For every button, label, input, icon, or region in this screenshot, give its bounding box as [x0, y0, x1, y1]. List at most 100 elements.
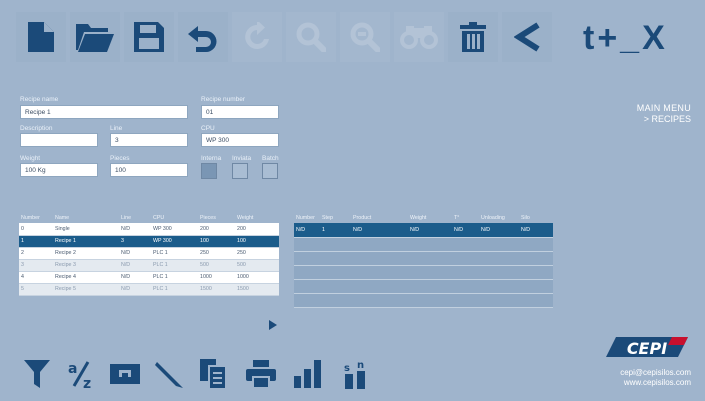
cell: N/D	[519, 223, 553, 238]
cell: PLC 1	[151, 247, 198, 260]
cell: PLC 1	[151, 259, 198, 272]
table-row[interactable]	[294, 237, 553, 252]
column-header[interactable]: Step	[320, 212, 351, 223]
chevron-left-icon	[514, 22, 540, 52]
cell: N/D	[119, 259, 151, 272]
recipes-breadcrumb: > RECIPES	[643, 114, 691, 124]
contact-email[interactable]: cepi@cepisilos.com	[620, 368, 691, 378]
cell	[320, 237, 351, 252]
cell	[519, 279, 553, 294]
column-header[interactable]: Pieces	[198, 212, 235, 223]
table-row-selected[interactable]: N/D 1 N/D N/D N/D N/D N/D	[294, 223, 553, 238]
archive-button[interactable]	[108, 357, 142, 391]
redo-button[interactable]	[232, 12, 282, 62]
save-button[interactable]	[124, 12, 174, 62]
main-menu-link[interactable]: MAIN MENU	[637, 103, 691, 113]
cell: 5	[19, 283, 53, 296]
table-row[interactable]: 5 Recipe 5 N/D PLC 1 1500 1500	[19, 283, 279, 296]
sort-az-icon: a z	[68, 361, 91, 389]
cell	[351, 293, 408, 308]
zoom-icon	[296, 22, 326, 52]
column-header[interactable]: Line	[119, 212, 151, 223]
table-row[interactable]	[294, 251, 553, 266]
batch-label: Batch	[262, 155, 279, 162]
cell	[479, 293, 519, 308]
open-folder-button[interactable]	[70, 12, 120, 62]
column-header[interactable]: Unloading	[479, 212, 519, 223]
cell: 500	[198, 259, 235, 272]
copy-button[interactable]	[196, 357, 230, 391]
cpu-field[interactable]: WP 300	[201, 133, 279, 147]
cell: PLC 1	[151, 271, 198, 284]
cell	[294, 293, 320, 308]
table-row[interactable]: 3 Recipe 3 N/D PLC 1 500 500	[19, 259, 279, 272]
zoom-out-button[interactable]	[340, 12, 390, 62]
cell: 250	[235, 247, 279, 260]
cell	[408, 237, 452, 252]
cell: 200	[198, 223, 235, 236]
cell	[479, 251, 519, 266]
cell: 2	[19, 247, 53, 260]
line-label: Line	[110, 125, 123, 132]
statistics-button[interactable]	[292, 357, 326, 391]
table-row[interactable]: 0 Single N/D WP 300 200 200	[19, 223, 279, 236]
recipe-name-field[interactable]: Recipe 1	[20, 105, 188, 119]
bar-chart-icon	[294, 360, 321, 388]
table-row[interactable]	[294, 293, 553, 308]
weight-field[interactable]: 100 Kg	[20, 163, 98, 177]
weight-label: Weight	[20, 155, 41, 162]
window-tools-title: t+_X	[583, 19, 668, 57]
cell: 200	[235, 223, 279, 236]
batch-checkbox[interactable]	[262, 163, 278, 179]
cell	[479, 237, 519, 252]
column-header[interactable]: Product	[351, 212, 408, 223]
sn-button[interactable]: s n	[340, 357, 374, 391]
new-file-button[interactable]	[16, 12, 66, 62]
cell	[452, 293, 479, 308]
next-page-arrow-icon[interactable]	[269, 320, 277, 330]
delete-button[interactable]	[448, 12, 498, 62]
undo-button[interactable]	[178, 12, 228, 62]
table-row[interactable]: 2 Recipe 2 N/D PLC 1 250 250	[19, 247, 279, 260]
cell: N/D	[119, 271, 151, 284]
table-row[interactable]	[294, 279, 553, 294]
cell: N/D	[408, 223, 452, 238]
cell	[351, 279, 408, 294]
filter-button[interactable]	[20, 357, 54, 391]
column-header[interactable]: Weight	[235, 212, 279, 223]
undo-icon	[188, 26, 217, 52]
column-header[interactable]: Name	[53, 212, 119, 223]
line-field[interactable]: 3	[110, 133, 188, 147]
contact-info: cepi@cepisilos.com www.cepisilos.com	[620, 368, 691, 388]
table-row[interactable]: 4 Recipe 4 N/D PLC 1 1000 1000	[19, 271, 279, 284]
zoom-in-button[interactable]	[286, 12, 336, 62]
cell: N/D	[351, 223, 408, 238]
cell	[519, 265, 553, 280]
column-header[interactable]: Number	[294, 212, 320, 223]
contact-website[interactable]: www.cepisilos.com	[620, 378, 691, 388]
edit-button[interactable]	[152, 357, 186, 391]
table-row[interactable]	[294, 265, 553, 280]
inviata-checkbox[interactable]	[232, 163, 248, 179]
sort-glyph-z: z	[83, 376, 91, 389]
description-field[interactable]	[20, 133, 98, 147]
binoculars-button[interactable]	[394, 12, 444, 62]
description-label: Description	[20, 125, 53, 132]
interna-label: Interna	[201, 155, 222, 162]
column-header[interactable]: Number	[19, 212, 53, 223]
cell	[519, 251, 553, 266]
cell	[320, 279, 351, 294]
pieces-field[interactable]: 100	[110, 163, 188, 177]
cell	[479, 279, 519, 294]
sn-glyph-s: s	[344, 363, 350, 374]
column-header[interactable]: Silo	[519, 212, 553, 223]
back-button[interactable]	[502, 12, 552, 62]
column-header[interactable]: Weight	[408, 212, 452, 223]
sort-az-button[interactable]: a z	[64, 357, 98, 391]
column-header[interactable]: CPU	[151, 212, 198, 223]
recipe-number-field[interactable]: 01	[201, 105, 279, 119]
table-row-selected[interactable]: 1 Recipe 1 3 WP 300 100 100	[19, 235, 279, 248]
column-header[interactable]: T°	[452, 212, 479, 223]
interna-checkbox[interactable]	[201, 163, 217, 179]
print-button[interactable]	[244, 357, 278, 391]
